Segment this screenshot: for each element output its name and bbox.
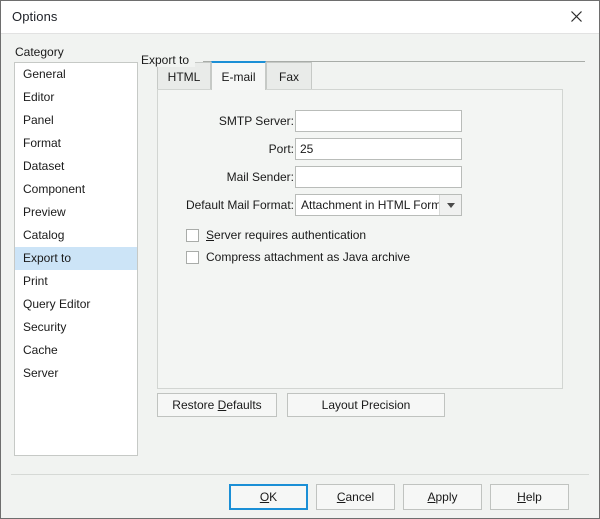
category-item-label: Query Editor	[23, 297, 91, 311]
tab-label: HTML	[167, 69, 201, 84]
close-icon[interactable]	[554, 1, 599, 32]
category-item-catalog[interactable]: Catalog	[15, 224, 137, 247]
category-item-label: Preview	[23, 205, 66, 219]
combobox-value: Attachment in HTML Format	[301, 198, 439, 212]
field-label-container: Port:	[174, 138, 294, 160]
button-label: Cancel	[336, 490, 375, 504]
category-item-label: Catalog	[23, 228, 65, 242]
checkbox-compress-attachment-as-java-archive[interactable]	[186, 250, 199, 264]
category-item-print[interactable]: Print	[15, 270, 137, 293]
apply-button[interactable]: Apply	[403, 484, 482, 510]
category-item-panel[interactable]: Panel	[15, 109, 137, 132]
field-label: Mail Sender:	[226, 170, 294, 184]
category-label: Category	[15, 45, 64, 59]
category-item-label: Cache	[23, 343, 58, 357]
arrow-down-glyph	[446, 202, 455, 208]
mail-sender-input[interactable]	[295, 166, 462, 188]
form-row: SMTP Server:	[158, 110, 562, 132]
checkbox-server-requires-authentication[interactable]	[186, 228, 199, 242]
port-input[interactable]	[295, 138, 462, 160]
category-item-format[interactable]: Format	[15, 132, 137, 155]
category-item-label: Editor	[23, 90, 55, 104]
category-item-label: Component	[23, 182, 86, 196]
field-label: Port:	[268, 142, 294, 156]
layout-precision-button[interactable]: Layout Precision	[287, 393, 445, 417]
export-to-groupbox: Export to HTML E-mail Fax SMTP Server: Port…	[141, 53, 585, 425]
category-item-preview[interactable]: Preview	[15, 201, 137, 224]
tab-label: Fax	[278, 69, 299, 84]
category-item-label: Panel	[23, 113, 54, 127]
chevron-down-icon[interactable]	[439, 195, 461, 215]
form-row: Port:	[158, 138, 562, 160]
category-item-label: Print	[23, 274, 48, 288]
checkbox-label: Server requires authentication	[206, 228, 367, 242]
tab-fax[interactable]: Fax	[266, 62, 312, 90]
category-item-dataset[interactable]: Dataset	[15, 155, 137, 178]
restore-defaults-button[interactable]: Restore Defaults	[157, 393, 277, 417]
category-item-component[interactable]: Component	[15, 178, 137, 201]
category-item-label: Format	[23, 136, 62, 150]
button-label: Help	[517, 490, 542, 504]
category-item-server[interactable]: Server	[15, 362, 137, 385]
button-label: Apply	[427, 490, 458, 504]
checkbox-label: Compress attachment as Java archive	[206, 250, 411, 264]
groupbox-title: Export to	[141, 53, 196, 67]
category-item-cache[interactable]: Cache	[15, 339, 137, 362]
field-label-container: Default Mail Format:	[174, 194, 294, 216]
form-row: Default Mail Format: Attachment in HTML F…	[158, 194, 562, 216]
checkbox-row[interactable]: Server requires authentication	[186, 228, 366, 242]
ok-button[interactable]: OK	[229, 484, 308, 510]
category-item-label: General	[23, 67, 66, 81]
field-label: Default Mail Format:	[185, 198, 294, 212]
window-title: Options	[12, 9, 58, 24]
category-item-label: Security	[23, 320, 67, 334]
category-item-security[interactable]: Security	[15, 316, 137, 339]
checkbox-row[interactable]: Compress attachment as Java archive	[186, 250, 410, 264]
options-dialog: Options Category General Editor Panel Forma…	[0, 0, 600, 519]
category-item-label: Dataset	[23, 159, 65, 173]
category-item-label: Server	[23, 366, 59, 380]
category-item-label: Export to	[23, 251, 72, 265]
default-mail-format-combobox[interactable]: Attachment in HTML Format	[295, 194, 462, 216]
field-label: SMTP Server:	[218, 114, 294, 128]
button-label: OK	[259, 490, 278, 504]
title-bar: Options	[1, 1, 599, 34]
tab-label: E-mail	[221, 69, 256, 84]
footer-divider	[11, 474, 589, 475]
field-label-container: Mail Sender:	[174, 166, 294, 188]
help-button[interactable]: Help	[490, 484, 569, 510]
tab-email[interactable]: E-mail	[211, 61, 266, 90]
smtp-server-input[interactable]	[295, 110, 462, 132]
category-item-export-to[interactable]: Export to	[15, 247, 137, 270]
cancel-button[interactable]: Cancel	[316, 484, 395, 510]
category-item-general[interactable]: General	[15, 63, 137, 86]
field-label-container: SMTP Server:	[174, 110, 294, 132]
button-label: Restore Defaults	[172, 398, 262, 412]
category-item-query-editor[interactable]: Query Editor	[15, 293, 137, 316]
tab-panel-email: SMTP Server: Port: Mail Sender: Default Mai…	[157, 89, 563, 389]
category-item-editor[interactable]: Editor	[15, 86, 137, 109]
button-label: Layout Precision	[321, 398, 411, 412]
category-list[interactable]: General Editor Panel Format Dataset Component…	[14, 62, 138, 456]
form-row: Mail Sender:	[158, 166, 562, 188]
